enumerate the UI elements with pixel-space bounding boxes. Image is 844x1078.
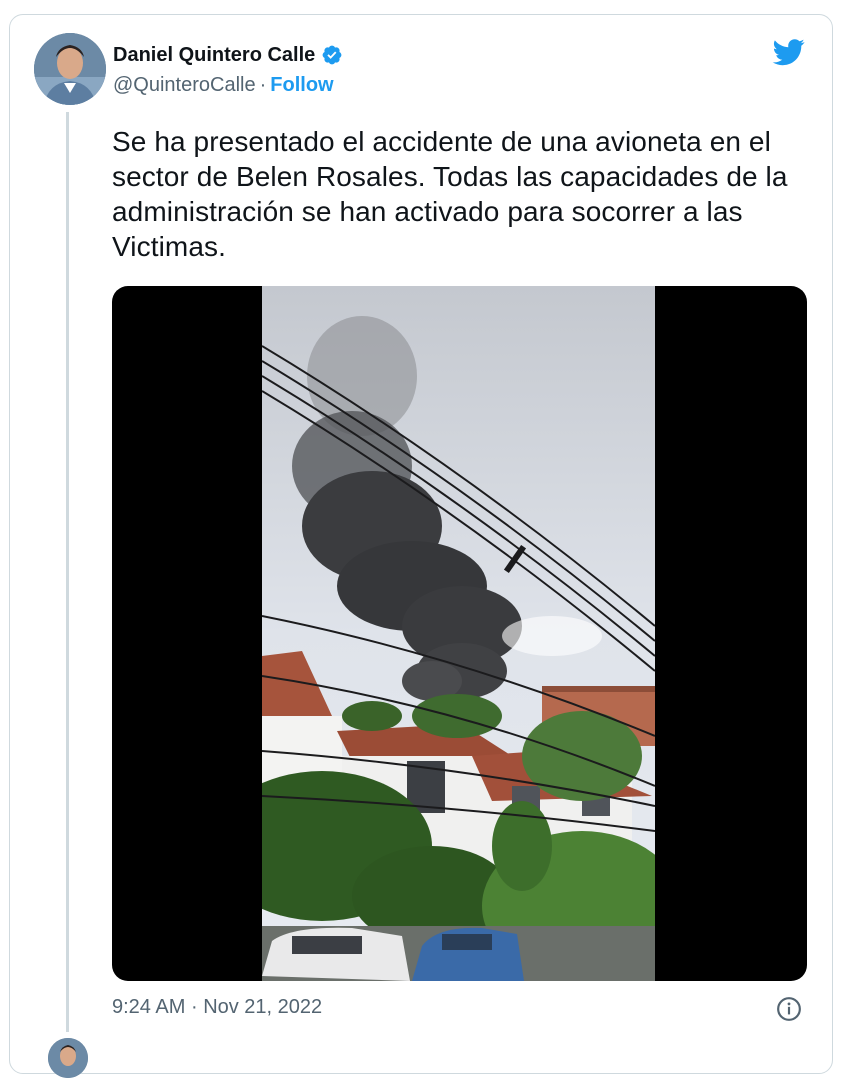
tweet-timestamp[interactable]: 9:24 AM · Nov 21, 2022 xyxy=(112,996,322,1019)
reply-avatar[interactable] xyxy=(48,1038,88,1078)
tweet-time: 9:24 AM xyxy=(112,996,186,1018)
tweet-video[interactable] xyxy=(112,286,807,981)
author-name[interactable]: Daniel Quintero Calle xyxy=(113,44,315,67)
info-icon[interactable] xyxy=(776,996,802,1022)
author-handle[interactable]: @QuinteroCalle xyxy=(113,74,256,97)
handle-row: @QuinteroCalle · Follow xyxy=(113,74,334,97)
twitter-bird-icon[interactable] xyxy=(770,36,808,68)
author-row: Daniel Quintero Calle xyxy=(113,40,343,70)
meta-separator: · xyxy=(190,996,198,1018)
tweet-date: Nov 21, 2022 xyxy=(203,996,323,1018)
handle-separator: · xyxy=(259,74,267,96)
thread-line xyxy=(66,112,69,1032)
avatar[interactable] xyxy=(34,33,106,105)
verified-badge-icon xyxy=(322,45,342,65)
follow-button[interactable]: Follow xyxy=(270,74,333,97)
video-frame xyxy=(262,286,655,981)
tweet-text: Se ha presentado el accidente de una avi… xyxy=(112,126,788,262)
